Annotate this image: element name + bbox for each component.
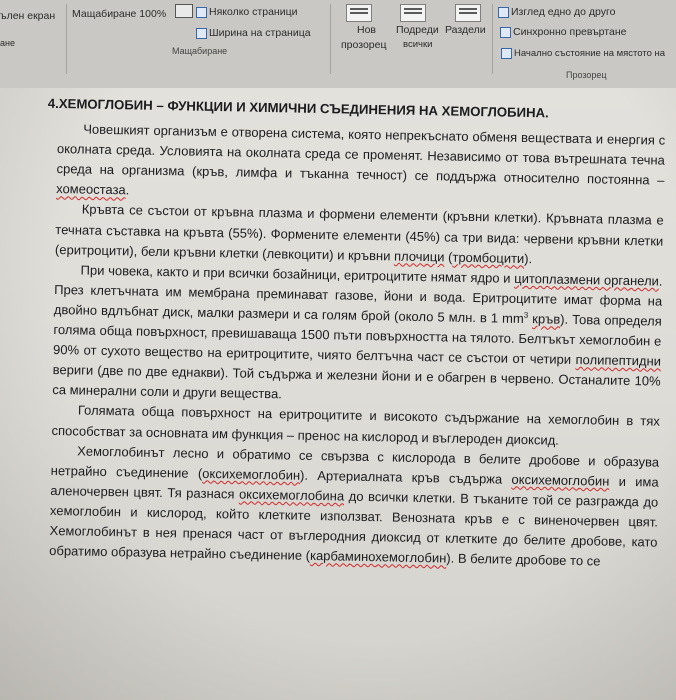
spellcheck-word: кръв (532, 311, 561, 327)
page-width-label: Ширина на страница (209, 27, 311, 39)
spellcheck-word: цитоплазмени органели (514, 270, 660, 289)
spellcheck-word: оксихемоглобин (511, 471, 610, 489)
text-run: Кръвта се състои от кръвна плазма и форм… (54, 201, 664, 264)
sync-scroll-label: Синхронно превъртане (513, 26, 627, 38)
document-page[interactable]: 4.ХЕМОГЛОБИН – ФУНКЦИИ И ХИМИЧНИ СЪЕДИНЕ… (0, 88, 676, 700)
spellcheck-word: оксихемоглобин (202, 465, 301, 483)
reset-position-icon (501, 48, 512, 59)
zoom-group-label: Мащабиране (172, 46, 228, 56)
new-window-icon (346, 4, 372, 22)
side-by-side-label: Изглед едно до друго (511, 6, 616, 18)
text-run: ). (524, 250, 533, 266)
page-width-button[interactable]: Ширина на страница (196, 27, 311, 39)
spellcheck-word: карбаминохемоглобин (309, 547, 447, 566)
sync-scroll-icon (500, 26, 511, 38)
zoom-icon (175, 4, 193, 18)
paragraph-erythrocytes: При човека, както и при всички бозайници… (52, 260, 663, 412)
reset-position-label: Начално състояние на мястото на (514, 48, 666, 60)
ribbon-separator (66, 4, 67, 74)
pages-icon (196, 6, 207, 18)
zoom-100-button[interactable]: Мащабиране 100% (72, 8, 166, 20)
page-width-icon (196, 27, 207, 39)
multiple-pages-button[interactable]: Няколко страници (196, 6, 297, 18)
sync-scroll-button[interactable]: Синхронно превъртане (500, 26, 626, 38)
spellcheck-word: тромбоцити (452, 249, 525, 266)
paragraph-blood-composition: Кръвта се състои от кръвна плазма и форм… (55, 199, 664, 271)
ribbon-separator (492, 4, 493, 74)
document-body: 4.ХЕМОГЛОБИН – ФУНКЦИИ И ХИМИЧНИ СЪЕДИНЕ… (48, 94, 666, 573)
spellcheck-word: оксихемоглобина (238, 486, 345, 504)
reset-window-position-button[interactable]: Начално състояние на мястото на (501, 48, 665, 59)
new-window-button[interactable]: Нов (357, 24, 376, 36)
split-icon (455, 4, 481, 22)
multiple-pages-label: Няколко страници (209, 6, 298, 18)
text-run: Голямата обща повърхност на еритроцитите… (51, 402, 660, 448)
side-by-side-icon (498, 6, 509, 18)
arrange-all-label: всички (403, 39, 433, 50)
new-window-label: прозорец (341, 39, 387, 51)
spellcheck-word: хомеостаза (56, 181, 126, 198)
ribbon-view-tab: ълен екран ане Мащабиране 100% Няколко с… (0, 0, 676, 89)
reading-mode-label: ане (0, 38, 15, 48)
paragraph-oxyhemoglobin: Хемоглобинът лесно и обратимо се свързва… (49, 441, 659, 573)
full-screen-reading-button[interactable]: ълен екран (0, 10, 55, 22)
arrange-all-icon (400, 4, 426, 22)
text-run: . (125, 182, 130, 198)
spellcheck-word: полипептидни (575, 352, 662, 369)
side-by-side-button[interactable]: Изглед едно до друго (498, 6, 615, 18)
spellcheck-word: плочици (393, 248, 445, 265)
text-run: Човешкият организъм е отворена система, … (56, 121, 666, 188)
text-run: ). Артериалната кръв съдържа (299, 467, 512, 487)
text-run: ). В белите дробове то се (446, 550, 601, 569)
ribbon-separator (330, 4, 331, 74)
arrange-all-button[interactable]: Подреди (396, 24, 439, 36)
paragraph-homeostasis: Човешкият организъм е отворена система, … (56, 119, 665, 211)
split-button[interactable]: Раздели (445, 24, 486, 36)
window-group-label: Прозорец (566, 70, 607, 80)
text-run: вериги (две по две еднакви). Той съдържа… (52, 362, 661, 402)
